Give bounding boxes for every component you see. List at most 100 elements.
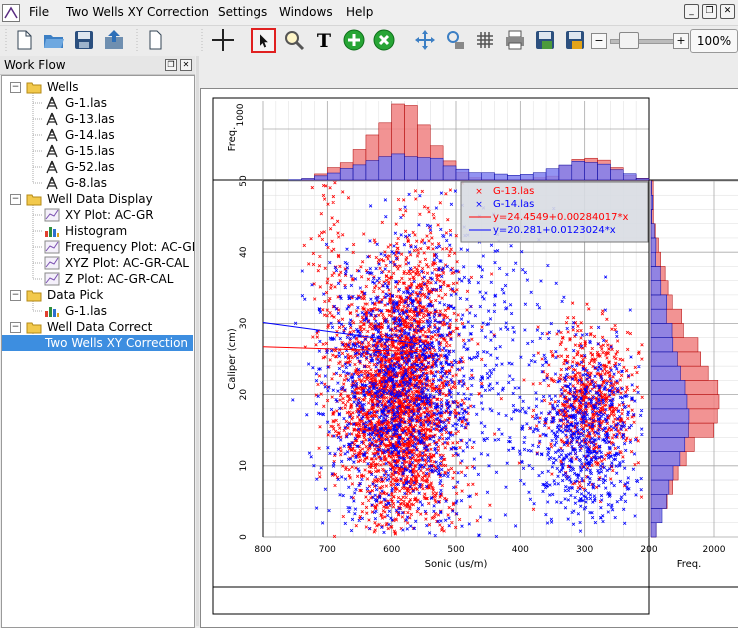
minimize-icon[interactable]: _ bbox=[684, 4, 699, 19]
zoom-slider-handle[interactable] bbox=[619, 32, 639, 49]
collapse-icon[interactable]: − bbox=[10, 82, 21, 93]
legend-fit-equation: y=24.4549+0.00284017*x bbox=[493, 212, 628, 223]
right-hist-bar bbox=[651, 281, 661, 295]
panel-splitter[interactable] bbox=[196, 56, 199, 626]
open-folder-icon[interactable] bbox=[42, 28, 66, 52]
top-hist-bar bbox=[327, 173, 340, 180]
menu-bar: File Two Wells XY Correction Settings Wi… bbox=[0, 0, 738, 25]
zoom-level[interactable]: 100% bbox=[690, 29, 738, 53]
well-icon bbox=[44, 144, 60, 158]
x-tick-label: 400 bbox=[512, 545, 529, 555]
right-hist-bar bbox=[651, 494, 666, 508]
right-hist-bar bbox=[651, 437, 685, 451]
right-hist-bar bbox=[651, 252, 656, 266]
top-hist-bar bbox=[366, 161, 379, 180]
folder-icon bbox=[26, 320, 42, 334]
x-tick-label: 600 bbox=[383, 545, 400, 555]
top-hist-bar bbox=[546, 169, 559, 180]
tree-label: G-52.las bbox=[65, 159, 115, 175]
right-hist-axis-label: Freq. bbox=[677, 559, 702, 570]
right-hist-bar bbox=[651, 480, 669, 494]
menu-help[interactable]: Help bbox=[346, 5, 373, 19]
tree-label: Histogram bbox=[65, 223, 127, 239]
top-hist-axis-label: Freq. bbox=[227, 127, 238, 152]
tree-label: Frequency Plot: AC-GR bbox=[65, 239, 195, 255]
zoom-in-button[interactable]: + bbox=[673, 33, 689, 49]
top-hist-bar bbox=[443, 166, 456, 180]
right-hist-bar bbox=[651, 181, 652, 195]
menu-file[interactable]: File bbox=[29, 5, 49, 19]
close-panel-icon[interactable]: ✕ bbox=[180, 59, 192, 71]
plot-icon bbox=[44, 256, 60, 270]
menu-settings[interactable]: Settings bbox=[218, 5, 267, 19]
float-panel-icon[interactable]: ❐ bbox=[165, 59, 177, 71]
top-hist-bar bbox=[559, 165, 572, 180]
top-hist-bar bbox=[469, 173, 482, 180]
menu-two-wells-xy-correction[interactable]: Two Wells XY Correction bbox=[66, 5, 209, 19]
close-icon[interactable]: ✕ bbox=[720, 4, 735, 19]
print-icon[interactable] bbox=[503, 28, 527, 52]
save-icon[interactable] bbox=[72, 28, 96, 52]
top-hist-bar bbox=[585, 163, 598, 180]
right-hist-bar bbox=[651, 266, 660, 280]
workflow-panel-header: Work Flow ❐ ✕ bbox=[0, 56, 195, 75]
top-hist-bar bbox=[623, 174, 636, 180]
grid-icon[interactable] bbox=[473, 28, 497, 52]
export-icon[interactable] bbox=[102, 28, 126, 52]
plot-area: 800700600500400300200010203040501000Freq… bbox=[200, 88, 738, 628]
text-tool-icon[interactable]: T bbox=[312, 28, 336, 52]
x-axis-label: Sonic (us/m) bbox=[425, 559, 488, 570]
pan-icon[interactable] bbox=[413, 28, 437, 52]
top-hist-bar bbox=[507, 175, 520, 180]
tree-label: G-13.las bbox=[65, 111, 115, 127]
settings-zoom-icon[interactable] bbox=[443, 28, 467, 52]
new-file-icon[interactable] bbox=[12, 28, 36, 52]
plot-icon bbox=[44, 272, 60, 286]
plot-icon bbox=[44, 208, 60, 222]
new-window-icon[interactable] bbox=[143, 28, 167, 52]
tree-label: G-15.las bbox=[65, 143, 115, 159]
top-hist-bar bbox=[610, 170, 623, 180]
top-hist-bar bbox=[572, 161, 585, 180]
tree-label: Two Wells XY Correction bbox=[45, 335, 188, 351]
top-hist-bar bbox=[314, 176, 327, 180]
top-hist-bar bbox=[482, 173, 495, 180]
pointer-select-button[interactable] bbox=[251, 28, 276, 53]
right-hist-bar bbox=[651, 466, 673, 480]
restore-icon[interactable]: ❐ bbox=[702, 4, 717, 19]
zoom-out-button[interactable]: − bbox=[591, 33, 607, 49]
collapse-icon[interactable]: − bbox=[10, 194, 21, 205]
remove-icon[interactable] bbox=[372, 28, 396, 52]
y-tick-label: 0 bbox=[239, 534, 249, 540]
y-tick-label: 10 bbox=[239, 460, 249, 472]
legend-marker: × bbox=[475, 187, 483, 197]
top-hist-tick: 1000 bbox=[236, 103, 246, 126]
tree-label: Well Data Display bbox=[47, 191, 153, 207]
tree-item[interactable]: Two Wells XY Correction bbox=[2, 335, 193, 351]
right-hist-bar bbox=[651, 366, 680, 380]
save-image-icon[interactable] bbox=[533, 28, 557, 52]
tree-label: XYZ Plot: AC-GR-CAL bbox=[65, 255, 189, 271]
top-hist-bar bbox=[302, 179, 315, 180]
crosshair-icon[interactable] bbox=[211, 28, 235, 52]
tree-label: Z Plot: AC-GR-CAL bbox=[65, 271, 173, 287]
legend-series-name: G-14.las bbox=[493, 199, 534, 210]
folder-icon bbox=[26, 80, 42, 94]
top-hist-bar bbox=[417, 158, 430, 180]
right-hist-bar bbox=[651, 295, 667, 309]
right-hist-bar bbox=[651, 195, 653, 209]
zoom-icon[interactable] bbox=[282, 28, 306, 52]
app-icon bbox=[2, 4, 20, 22]
collapse-icon[interactable]: − bbox=[10, 290, 21, 301]
add-icon[interactable] bbox=[342, 28, 366, 52]
y-tick-label: 20 bbox=[239, 389, 249, 401]
legend-fit-equation: y=20.281+0.0123024*x bbox=[493, 225, 616, 236]
save-as-icon[interactable] bbox=[563, 28, 587, 52]
right-hist-bar bbox=[651, 352, 677, 366]
right-hist-bar bbox=[651, 224, 654, 238]
menu-windows[interactable]: Windows bbox=[279, 5, 333, 19]
collapse-icon[interactable]: − bbox=[10, 322, 21, 333]
y-axis-label: Caliper (cm) bbox=[227, 328, 238, 390]
top-hist-bar bbox=[533, 173, 546, 180]
legend-series-name: G-13.las bbox=[493, 186, 534, 197]
